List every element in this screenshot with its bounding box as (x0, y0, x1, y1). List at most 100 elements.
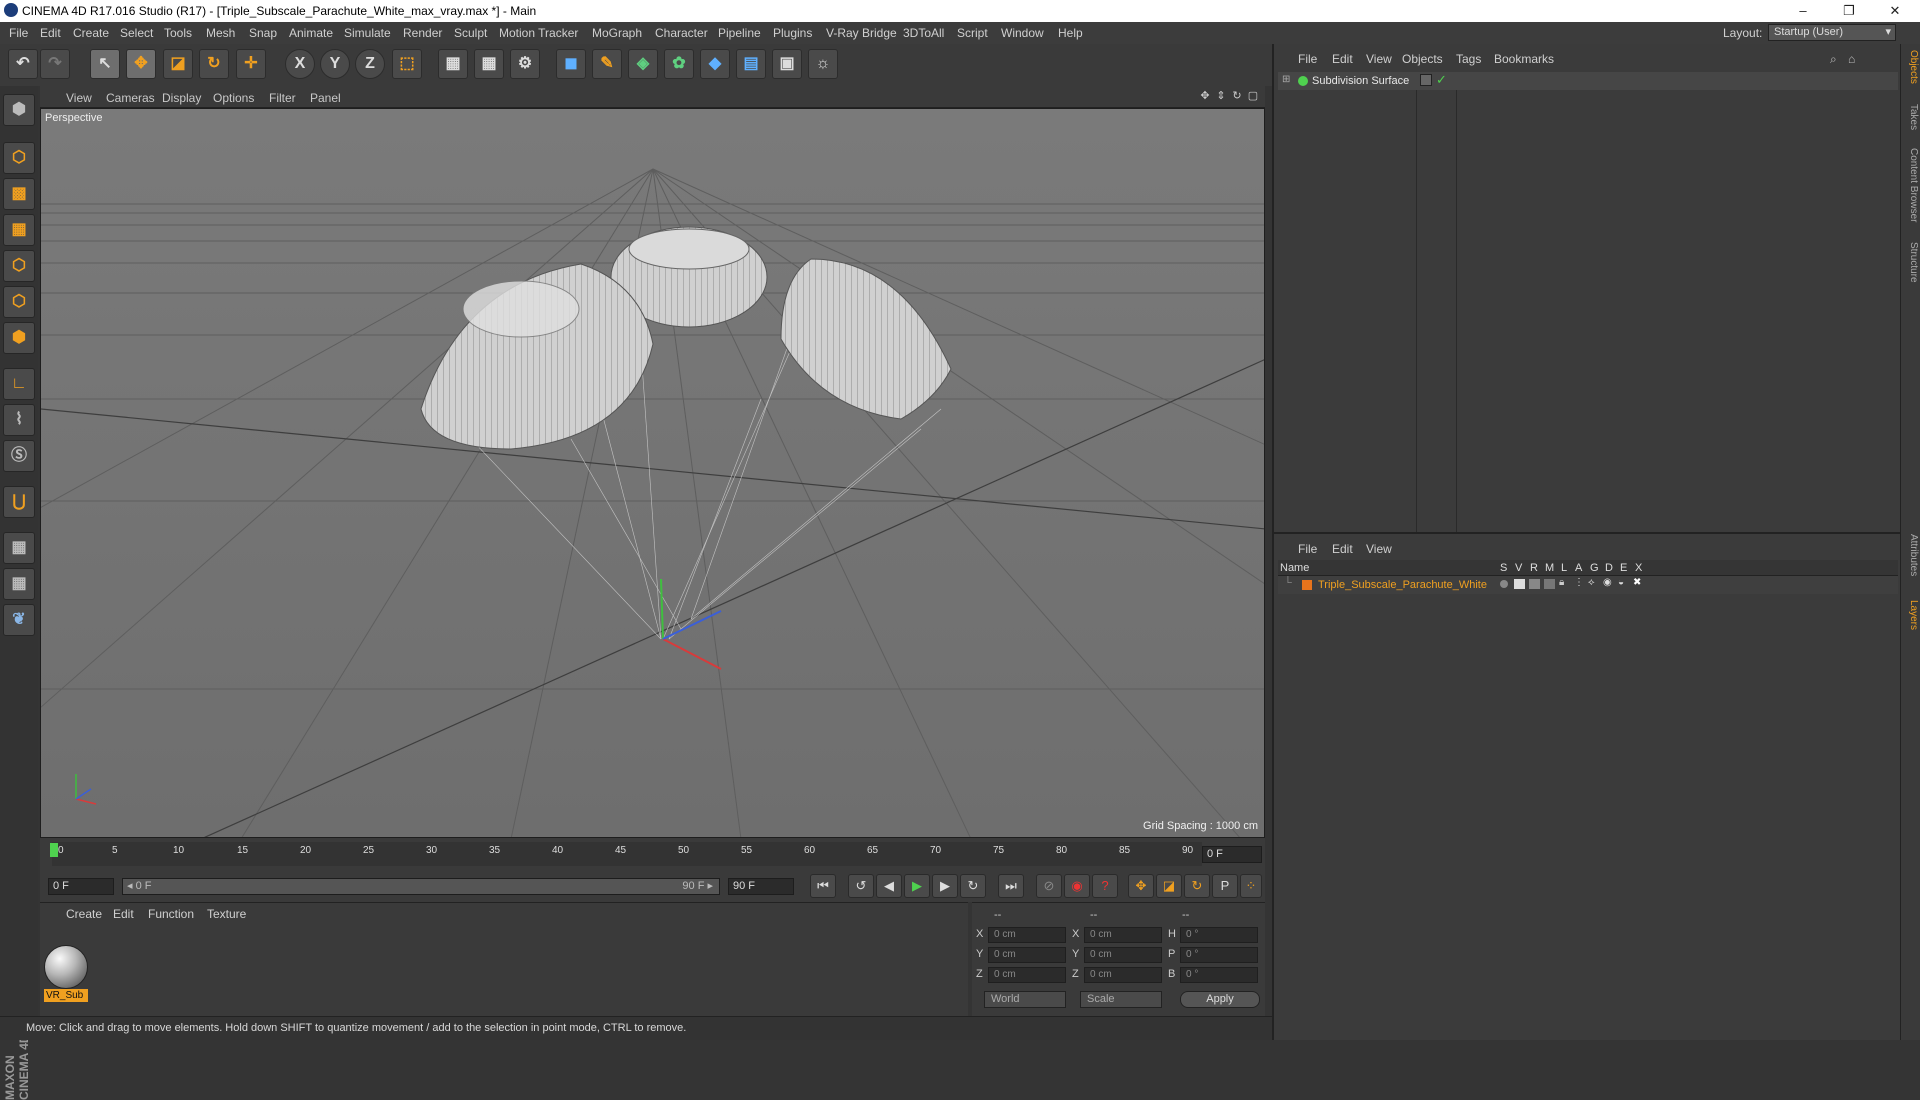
menu-animate[interactable]: Animate (289, 26, 333, 40)
menu-pipeline[interactable]: Pipeline (718, 26, 761, 40)
menu-create[interactable]: Create (73, 26, 109, 40)
x-axis-icon[interactable]: X (285, 49, 315, 79)
menu-edit[interactable]: Edit (40, 26, 61, 40)
size-mode-select[interactable]: Scale (1080, 991, 1162, 1008)
z-axis-icon[interactable]: Z (355, 49, 385, 79)
key-pla-icon[interactable]: ⁘ (1240, 874, 1262, 898)
menu-simulate[interactable]: Simulate (344, 26, 391, 40)
viewport-menu-view[interactable]: View (66, 91, 92, 105)
expand-icon[interactable]: ⊞ (1282, 74, 1290, 85)
enabled-check-icon[interactable]: ✓ (1436, 72, 1447, 88)
view-toggle-icon[interactable] (1514, 579, 1525, 589)
layer-menu-file[interactable]: File (1298, 542, 1317, 556)
layer-menu-edit[interactable]: Edit (1332, 542, 1353, 556)
zoom-view-icon[interactable]: ⇕ (1215, 90, 1227, 102)
pan-view-icon[interactable]: ✥ (1199, 90, 1211, 102)
key-rotation-icon[interactable]: ↻ (1184, 874, 1210, 898)
viewport-menu-display[interactable]: Display (162, 91, 201, 105)
visibility-toggle-icon[interactable] (1420, 74, 1432, 86)
camera-icon[interactable]: ▣ (772, 49, 802, 79)
end-frame-field[interactable]: 90 F (728, 878, 794, 895)
menu-vray-bridge[interactable]: V-Ray Bridge (826, 26, 897, 40)
y-axis-icon[interactable]: Y (320, 49, 350, 79)
tab-content-browser[interactable]: Content Browser (1903, 148, 1919, 222)
material-swatch[interactable]: VR_Sub (40, 923, 98, 1002)
menu-window[interactable]: Window (1001, 26, 1044, 40)
rotation-h-field[interactable]: 0 ° (1180, 927, 1258, 943)
menu-plugins[interactable]: Plugins (773, 26, 812, 40)
coordinate-system-icon[interactable]: ⬚ (392, 49, 422, 79)
menu-sculpt[interactable]: Sculpt (454, 26, 487, 40)
close-button[interactable]: ✕ (1872, 0, 1918, 22)
layer-menu-view[interactable]: View (1366, 542, 1392, 556)
deformers-toggle-icon[interactable]: ◉ (1603, 577, 1612, 588)
menu-3dtoall[interactable]: 3DToAll (903, 26, 944, 40)
redo-icon[interactable]: ↷ (40, 49, 70, 79)
menu-motion-tracker[interactable]: Motion Tracker (499, 26, 578, 40)
size-z-field[interactable]: 0 cm (1084, 967, 1162, 983)
solo-icon[interactable]: Ⓢ (3, 440, 35, 472)
recent-tool-icon[interactable]: ✛ (236, 49, 266, 79)
key-parameter-icon[interactable]: P (1212, 874, 1238, 898)
apply-button[interactable]: Apply (1180, 991, 1260, 1008)
search-icon[interactable]: ⌕ (1830, 52, 1837, 67)
step-forward-icon[interactable]: ▶ (932, 874, 958, 898)
menu-select[interactable]: Select (120, 26, 153, 40)
current-frame-field[interactable]: 0 F (1202, 846, 1262, 863)
material-menu-texture[interactable]: Texture (207, 907, 246, 921)
material-menu-create[interactable]: Create (66, 907, 102, 921)
animation-toggle-icon[interactable]: ⋮ (1574, 577, 1584, 588)
position-y-field[interactable]: 0 cm (988, 947, 1066, 963)
object-menu-edit[interactable]: Edit (1332, 52, 1353, 66)
size-x-field[interactable]: 0 cm (1084, 927, 1162, 943)
3d-viewport[interactable]: Perspective Grid Spacing : 1000 cm (40, 108, 1265, 838)
tab-layers[interactable]: Layers (1903, 600, 1919, 630)
floor-icon[interactable]: ▤ (736, 49, 766, 79)
light-icon[interactable]: ☼ (808, 49, 838, 79)
texture-mode-icon[interactable]: ▩ (3, 178, 35, 210)
coordinate-mode-select[interactable]: World (984, 991, 1066, 1008)
tab-structure[interactable]: Structure (1903, 242, 1919, 283)
object-menu-file[interactable]: File (1298, 52, 1317, 66)
timeline-ruler[interactable]: 0 5 10 15 20 25 30 35 40 45 50 55 60 65 … (40, 838, 1265, 870)
viewport-menu-cameras[interactable]: Cameras (106, 91, 155, 105)
object-menu-objects[interactable]: Objects (1402, 52, 1443, 66)
make-editable-icon[interactable]: ⬢ (3, 94, 35, 126)
live-selection-icon[interactable]: ↖ (90, 49, 120, 79)
generators-toggle-icon[interactable]: ⟡ (1588, 577, 1595, 588)
subdivision-surface-icon[interactable]: ◈ (628, 49, 658, 79)
tab-attributes[interactable]: Attributes (1903, 534, 1919, 576)
menu-file[interactable]: File (9, 26, 28, 40)
object-menu-bookmarks[interactable]: Bookmarks (1494, 52, 1554, 66)
tab-takes[interactable]: Takes (1903, 104, 1919, 130)
layer-row[interactable]: └ Triple_Subscale_Parachute_White 🔒︎ ⋮ ⟡… (1278, 576, 1898, 594)
position-z-field[interactable]: 0 cm (988, 967, 1066, 983)
pen-spline-icon[interactable]: ✎ (592, 49, 622, 79)
render-picture-viewer-icon[interactable]: ▦ (474, 49, 504, 79)
keyframe-selection-icon[interactable]: ? (1092, 874, 1118, 898)
autokey-icon[interactable]: ◉ (1064, 874, 1090, 898)
material-menu-edit[interactable]: Edit (113, 907, 134, 921)
step-back-icon[interactable]: ◀ (876, 874, 902, 898)
menu-snap[interactable]: Snap (249, 26, 277, 40)
start-frame-field[interactable]: 0 F (48, 878, 114, 895)
expressions-toggle-icon[interactable]: ◒ (1618, 577, 1624, 588)
goto-start-icon[interactable]: ⏮ (810, 874, 836, 898)
goto-end-icon[interactable]: ⏭ (998, 874, 1024, 898)
home-icon[interactable]: ⌂ (1848, 52, 1855, 66)
model-mode-icon[interactable]: ⬡ (3, 142, 35, 174)
viewport-menu-options[interactable]: Options (213, 91, 254, 105)
undo-icon[interactable]: ↶ (8, 49, 38, 79)
menu-render[interactable]: Render (403, 26, 442, 40)
object-row[interactable]: ⊞ Subdivision Surface ✓ (1278, 72, 1898, 90)
rotate-icon[interactable]: ↻ (199, 49, 229, 79)
workplane-mode-icon[interactable]: ▦ (3, 214, 35, 246)
play-icon[interactable]: ▶ (904, 874, 930, 898)
minimize-button[interactable]: – (1780, 0, 1826, 22)
material-menu-function[interactable]: Function (148, 907, 194, 921)
playhead[interactable] (50, 843, 58, 857)
maximize-button[interactable]: ❐ (1826, 0, 1872, 22)
menu-mograph[interactable]: MoGraph (592, 26, 642, 40)
render-view-icon[interactable]: ▦ (438, 49, 468, 79)
render-toggle-icon[interactable] (1529, 579, 1540, 589)
